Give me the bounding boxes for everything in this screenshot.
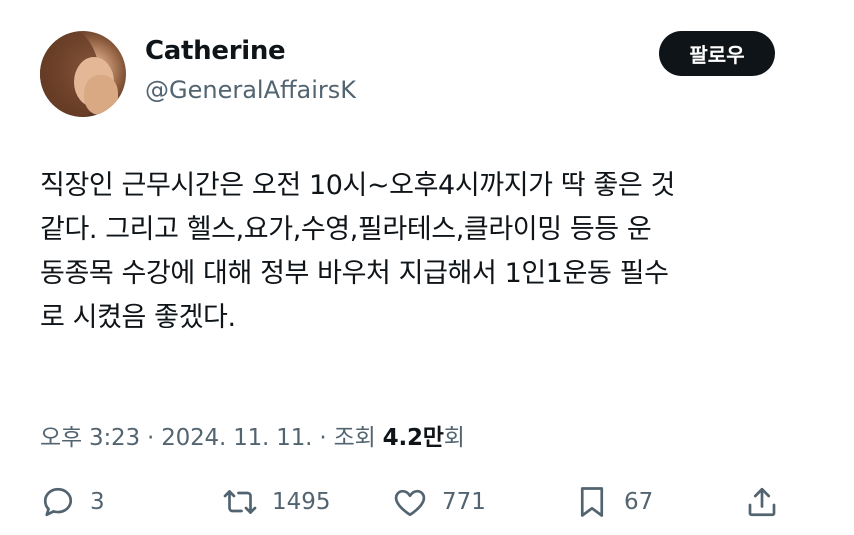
like-button[interactable]: 771	[392, 478, 486, 526]
tweet-line: 로 시켰음 좋겠다.	[40, 302, 236, 333]
retweet-button[interactable]: 1495	[222, 478, 331, 526]
tweet-meta: 오후 3:23 · 2024. 11. 11. · 조회 4.2만회	[40, 418, 465, 452]
bookmark-button[interactable]: 67	[574, 478, 653, 526]
user-handle[interactable]: @GeneralAffairsK	[145, 76, 356, 104]
tweet-line: 직장인 근무시간은 오전 10시~오후4시까지가 딱 좋은 것	[40, 170, 675, 201]
meta-separator: ·	[139, 425, 162, 451]
retweet-icon	[223, 490, 257, 514]
bookmark-count: 67	[624, 489, 654, 515]
tweet-date[interactable]: 2024. 11. 11.	[161, 425, 312, 451]
share-icon	[748, 487, 776, 517]
bookmark-icon	[580, 487, 604, 517]
action-bar: 3 1495 771 67	[0, 478, 854, 526]
follow-button[interactable]: 팔로우	[659, 31, 775, 76]
like-count: 771	[442, 489, 486, 515]
views-suffix: 회	[443, 425, 465, 451]
tweet-line: 동종목 수강에 대해 정부 바우처 지급해서 1인1운동 필수	[40, 258, 669, 289]
user-name[interactable]: Catherine	[145, 36, 286, 66]
avatar-hand	[84, 75, 118, 115]
share-button[interactable]	[744, 478, 780, 526]
tweet-text: 직장인 근무시간은 오전 10시~오후4시까지가 딱 좋은 것 같다. 그리고 …	[40, 164, 820, 340]
avatar[interactable]	[40, 31, 126, 117]
tweet-line: 같다. 그리고 헬스,요가,수영,필라테스,클라이밍 등등 운	[40, 214, 652, 245]
retweet-count: 1495	[272, 489, 331, 515]
reply-icon	[43, 487, 73, 517]
meta-separator: ·	[312, 425, 334, 451]
views-label: 조회	[333, 425, 383, 451]
views-count[interactable]: 4.2만	[383, 425, 444, 451]
tweet-time[interactable]: 오후 3:23	[40, 425, 140, 451]
reply-count: 3	[90, 489, 105, 515]
reply-button[interactable]: 3	[40, 478, 105, 526]
heart-icon	[394, 489, 426, 517]
